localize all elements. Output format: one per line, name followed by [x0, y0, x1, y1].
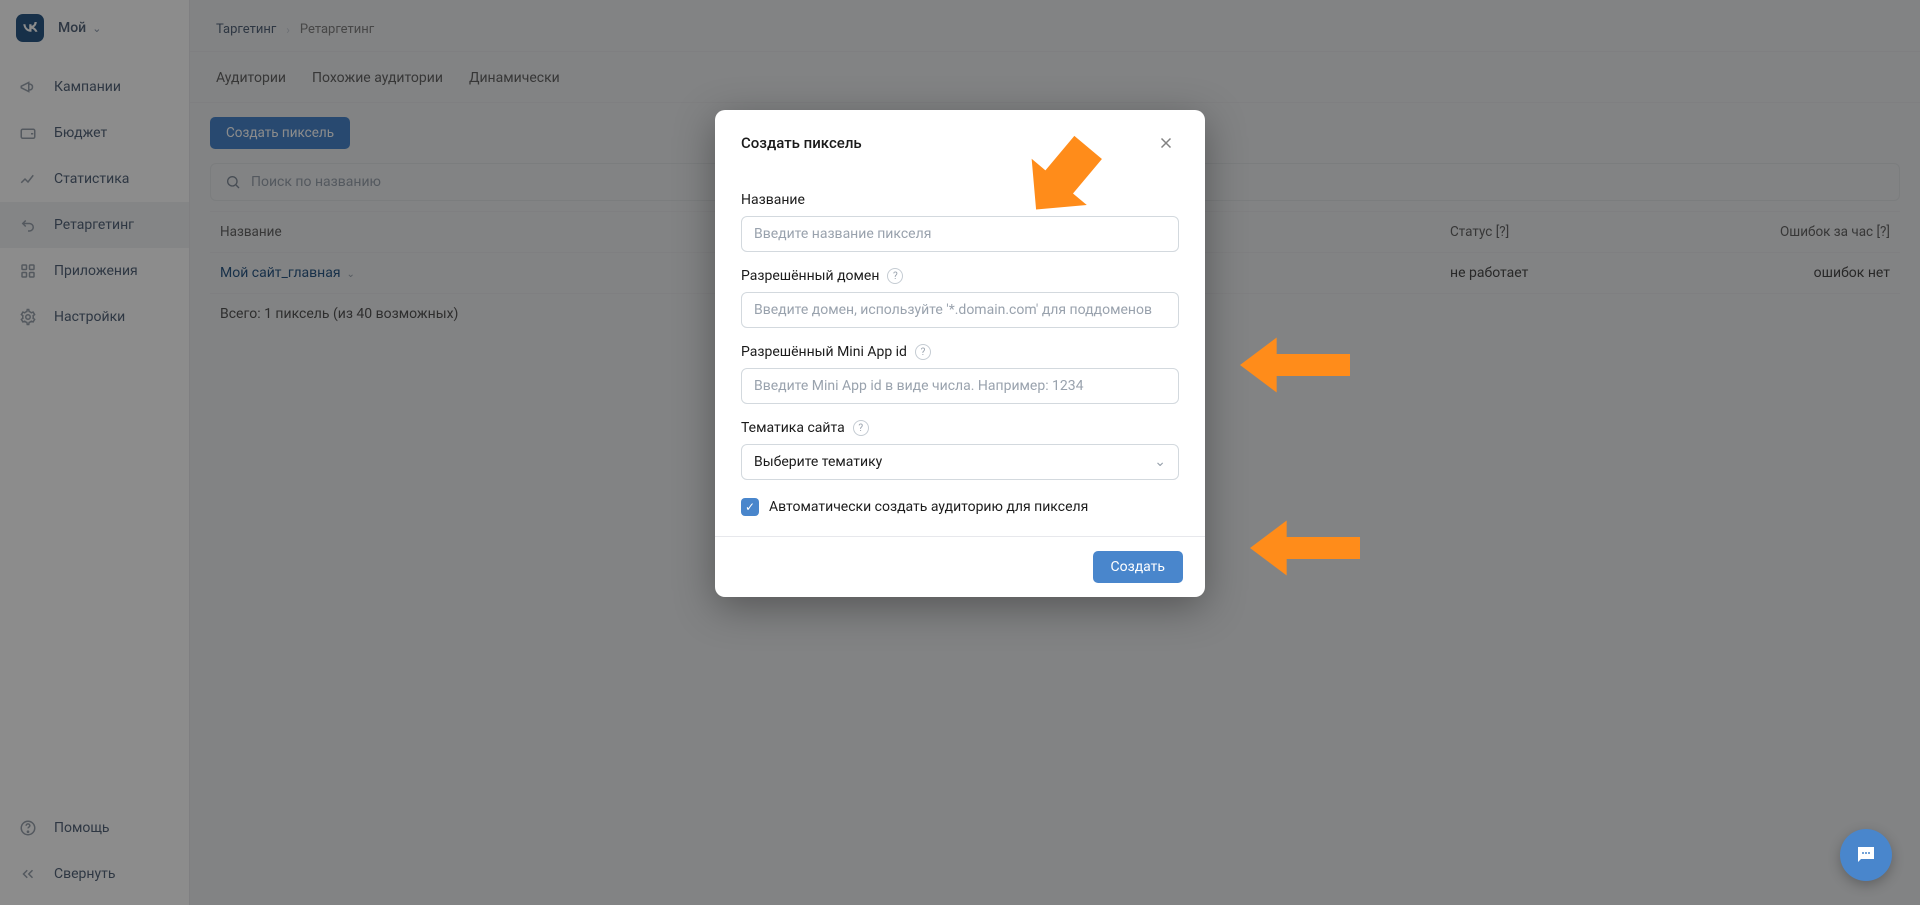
create-button[interactable]: Создать — [1093, 551, 1184, 583]
field-label-miniapp: Разрешённый Mini App id ? — [741, 344, 1179, 360]
field-label-domain: Разрешённый домен ? — [741, 268, 1179, 284]
annotation-arrow-icon — [1020, 130, 1110, 220]
select-value: Выберите тематику — [754, 454, 882, 470]
modal-title: Создать пиксель — [741, 134, 862, 152]
create-pixel-modal: Создать пиксель Название Разрешённый дом… — [715, 110, 1205, 597]
auto-audience-checkbox-row[interactable]: ✓ Автоматически создать аудиторию для пи… — [741, 498, 1179, 516]
pixel-miniapp-input[interactable] — [741, 368, 1179, 404]
chat-fab[interactable] — [1840, 829, 1892, 881]
checkbox-label: Автоматически создать аудиторию для пикс… — [769, 499, 1088, 515]
field-label-name: Название — [741, 192, 1179, 208]
chat-icon — [1854, 843, 1878, 867]
field-label-topic: Тематика сайта ? — [741, 420, 1179, 436]
pixel-topic-select[interactable]: Выберите тематику ⌄ — [741, 444, 1179, 480]
help-icon[interactable]: ? — [887, 268, 903, 284]
close-icon[interactable] — [1153, 130, 1179, 156]
annotation-arrow-icon — [1240, 335, 1350, 395]
chevron-down-icon: ⌄ — [1154, 454, 1166, 470]
help-icon[interactable]: ? — [853, 420, 869, 436]
annotation-arrow-icon — [1250, 518, 1360, 578]
pixel-domain-input[interactable] — [741, 292, 1179, 328]
checkbox-checked-icon[interactable]: ✓ — [741, 498, 759, 516]
pixel-name-input[interactable] — [741, 216, 1179, 252]
help-icon[interactable]: ? — [915, 344, 931, 360]
